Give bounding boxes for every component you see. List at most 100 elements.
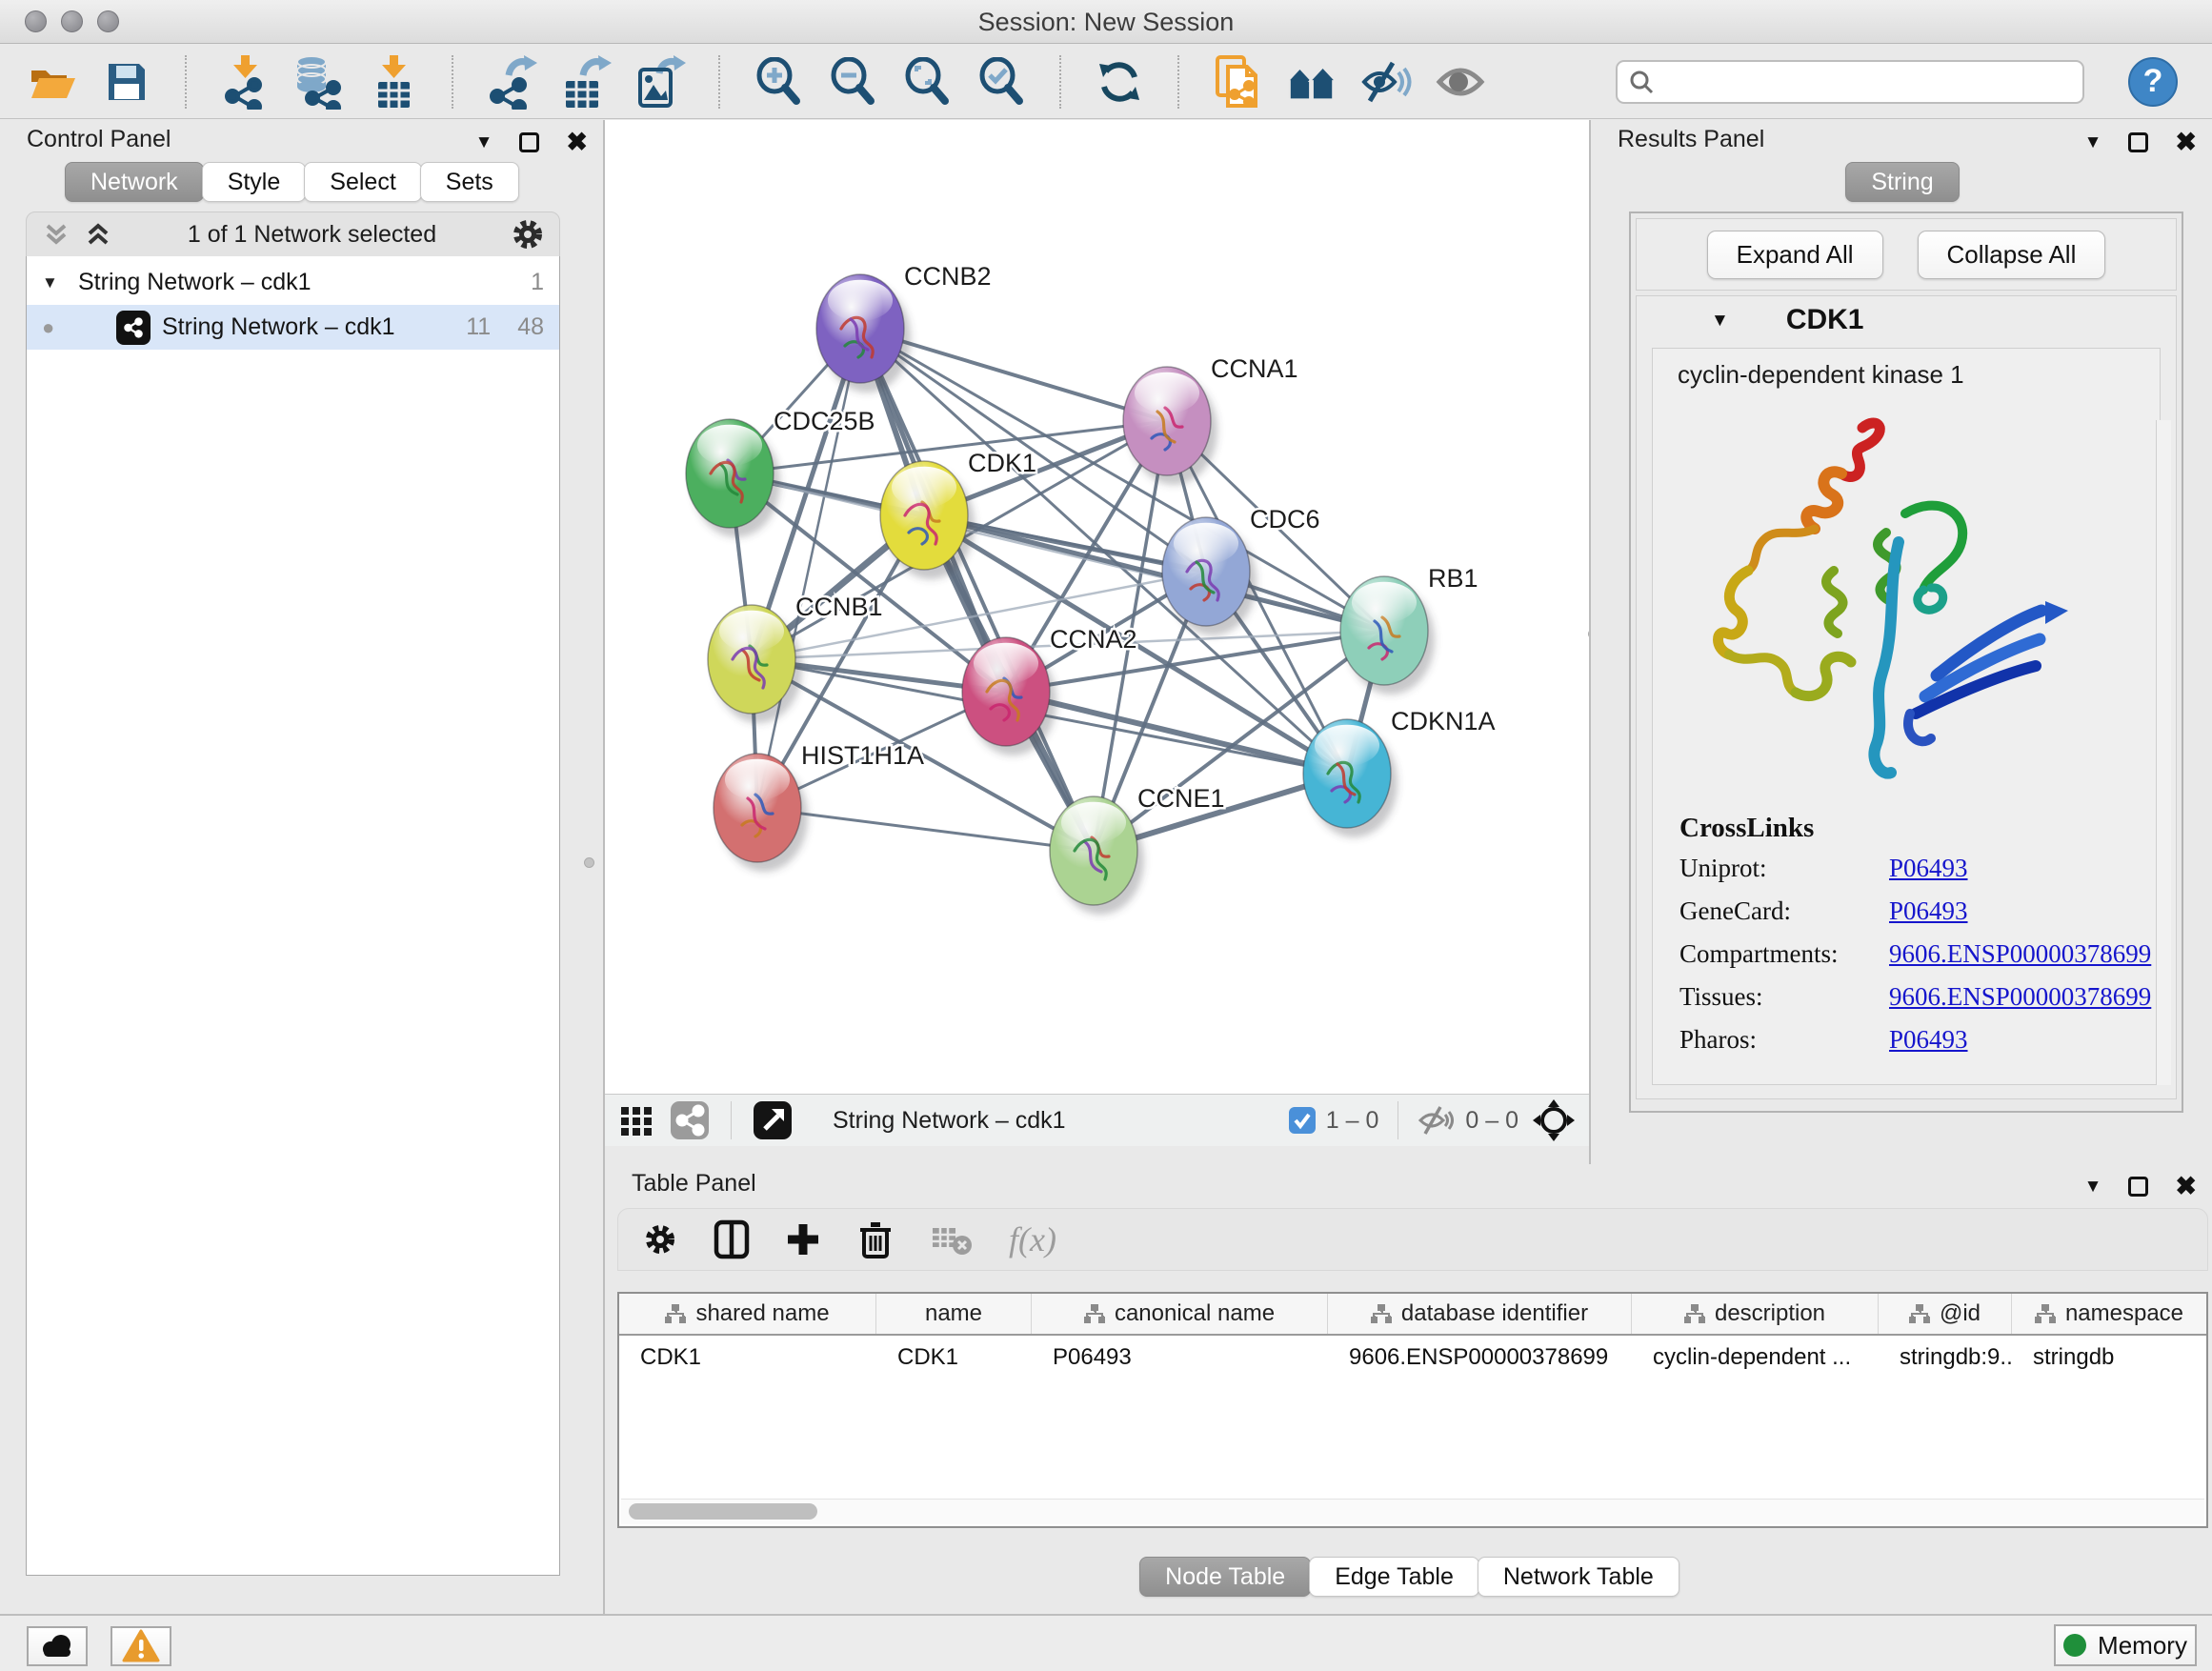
expand-all-button[interactable]: Expand All: [1707, 231, 1883, 279]
import-table-button[interactable]: [368, 54, 419, 110]
crosslink-link[interactable]: P06493: [1889, 1025, 1968, 1055]
node-CCNB2[interactable]: CCNB2: [816, 262, 992, 393]
horizontal-splitter[interactable]: [605, 1146, 1589, 1164]
network-canvas[interactable]: CCNB2 CCNA1 CDC25BCDK1 CDC6RB1 CCNB1 CCNA2 CDK…: [605, 120, 1589, 1094]
node-CCNA1[interactable]: CCNA1: [1123, 354, 1298, 485]
expand-all-icon[interactable]: [84, 220, 112, 249]
zoom-in-button[interactable]: [753, 54, 804, 110]
selected-checkbox-icon[interactable]: [1288, 1106, 1317, 1135]
gear-icon[interactable]: [643, 1222, 677, 1257]
tab-style[interactable]: Style: [202, 162, 307, 202]
export-image-button[interactable]: [634, 54, 686, 110]
crosslink-link[interactable]: P06493: [1889, 896, 1968, 926]
gene-expander-icon[interactable]: ▼: [1711, 312, 1729, 330]
column-header-name[interactable]: name: [876, 1294, 1032, 1334]
collapse-all-button[interactable]: Collapse All: [1918, 231, 2106, 279]
edge-HIST1H1A-CCNE1[interactable]: [757, 808, 1094, 851]
cloud-status-button[interactable]: [27, 1626, 88, 1666]
crosslink-link[interactable]: P06493: [1889, 854, 1968, 883]
tab-network[interactable]: Network: [65, 162, 204, 202]
cell-description[interactable]: cyclin-dependent ...: [1632, 1336, 1879, 1379]
import-network-database-button[interactable]: [293, 54, 345, 110]
left-splitter-handle[interactable]: [584, 857, 594, 868]
node-CCNE1[interactable]: CCNE1: [1050, 784, 1225, 915]
float-panel-icon[interactable]: [519, 132, 539, 152]
network-row[interactable]: ● String Network – cdk1 11 48: [27, 305, 559, 350]
tab-select[interactable]: Select: [304, 162, 421, 202]
clone-network-button[interactable]: [1212, 54, 1263, 110]
birds-eye-icon[interactable]: [753, 1100, 793, 1140]
crosslink-link[interactable]: 9606.ENSP00000378699: [1889, 982, 2151, 1012]
close-panel-icon[interactable]: ✖: [566, 130, 588, 155]
crosslink-link[interactable]: 9606.ENSP00000378699: [1889, 939, 2151, 969]
tab-network-table[interactable]: Network Table: [1478, 1557, 1679, 1597]
column-header-database-identifier[interactable]: database identifier: [1328, 1294, 1632, 1334]
help-button[interactable]: ?: [2128, 57, 2178, 107]
node-CCNA2[interactable]: CCNA2: [962, 625, 1137, 755]
cell-database-identifier[interactable]: 9606.ENSP00000378699: [1328, 1336, 1632, 1379]
column-header-shared-name[interactable]: shared name: [619, 1294, 876, 1334]
node-RB1[interactable]: RB1: [1340, 564, 1478, 695]
table-hscroll-thumb[interactable]: [629, 1503, 817, 1520]
cell-id[interactable]: stringdb:9...: [1879, 1336, 2012, 1379]
network-collection-row[interactable]: ▼ String Network – cdk1 1: [27, 260, 559, 305]
collapse-all-icon[interactable]: [42, 220, 70, 249]
zoom-out-button[interactable]: [827, 54, 878, 110]
apply-layout-button[interactable]: [1094, 54, 1145, 110]
cell-canonical-name[interactable]: P06493: [1032, 1336, 1328, 1379]
gene-header-row[interactable]: ▼ CDK1: [1637, 296, 2176, 344]
first-neighbors-button[interactable]: [1286, 54, 1337, 110]
cell-namespace[interactable]: stringdb: [2012, 1336, 2206, 1379]
gear-icon[interactable]: [512, 218, 544, 251]
graphics-details-button[interactable]: [1435, 54, 1486, 110]
tab-sets[interactable]: Sets: [420, 162, 519, 202]
grid-mode-icon[interactable]: [618, 1102, 654, 1138]
tab-node-table[interactable]: Node Table: [1139, 1557, 1311, 1597]
node-CDK1[interactable]: CDK1: [880, 449, 1036, 579]
cell-shared-name[interactable]: CDK1: [619, 1336, 876, 1379]
float-panel-icon[interactable]: [2128, 132, 2148, 152]
fit-content-crosshair-icon[interactable]: [1532, 1098, 1576, 1142]
warnings-button[interactable]: [111, 1626, 171, 1666]
column-header-description[interactable]: description: [1632, 1294, 1879, 1334]
collapse-panel-icon[interactable]: ▼: [2084, 1178, 2102, 1196]
edge-CCNB2-CCNE1[interactable]: [860, 329, 1094, 851]
delete-column-icon[interactable]: [856, 1219, 895, 1259]
show-columns-icon[interactable]: [714, 1219, 750, 1259]
float-panel-icon[interactable]: [2128, 1177, 2148, 1197]
close-panel-icon[interactable]: ✖: [2175, 130, 2197, 155]
results-scrollbar[interactable]: [2156, 420, 2171, 1085]
close-panel-icon[interactable]: ✖: [2175, 1174, 2197, 1199]
node-CDC6[interactable]: CDC6: [1162, 505, 1320, 635]
network-view-mode-icon[interactable]: [670, 1100, 710, 1140]
export-table-button[interactable]: [560, 54, 612, 110]
node-CCNB1[interactable]: CCNB1: [708, 593, 883, 723]
memory-button[interactable]: Memory: [2054, 1624, 2197, 1666]
search-box[interactable]: [1616, 60, 2084, 104]
search-input[interactable]: [1663, 68, 2071, 96]
column-header-namespace[interactable]: namespace: [2012, 1294, 2206, 1334]
edge-CCNB2-HIST1H1A[interactable]: [757, 329, 860, 808]
export-network-button[interactable]: [486, 54, 537, 110]
network-graph[interactable]: CCNB2 CCNA1 CDC25BCDK1 CDC6RB1 CCNB1 CCNA2 CDK…: [605, 120, 1589, 1094]
column-header-canonical-name[interactable]: canonical name: [1032, 1294, 1328, 1334]
hide-selected-button[interactable]: [1360, 54, 1412, 110]
column-header-id[interactable]: @id: [1879, 1294, 2012, 1334]
collapse-panel-icon[interactable]: ▼: [2084, 133, 2102, 151]
node-CDKN1A[interactable]: CDKN1A: [1303, 707, 1496, 837]
collapse-panel-icon[interactable]: ▼: [475, 133, 493, 151]
import-network-file-button[interactable]: [219, 54, 271, 110]
tree-expander-icon[interactable]: ▼: [42, 273, 67, 292]
zoom-fit-button[interactable]: [901, 54, 953, 110]
tab-string[interactable]: String: [1845, 162, 1959, 202]
node-HIST1H1A[interactable]: HIST1H1A: [714, 741, 924, 872]
node-CDC25B[interactable]: CDC25B: [686, 407, 875, 537]
edge-CCNA2-CDKN1A[interactable]: [1006, 692, 1347, 774]
table-row[interactable]: CDK1 CDK1 P06493 9606.ENSP00000378699 cy…: [619, 1336, 2206, 1379]
add-column-icon[interactable]: [786, 1222, 820, 1257]
save-session-button[interactable]: [101, 54, 152, 110]
zoom-selected-button[interactable]: [975, 54, 1027, 110]
open-session-button[interactable]: [27, 54, 78, 110]
cell-name[interactable]: CDK1: [876, 1336, 1032, 1379]
tab-edge-table[interactable]: Edge Table: [1309, 1557, 1479, 1597]
